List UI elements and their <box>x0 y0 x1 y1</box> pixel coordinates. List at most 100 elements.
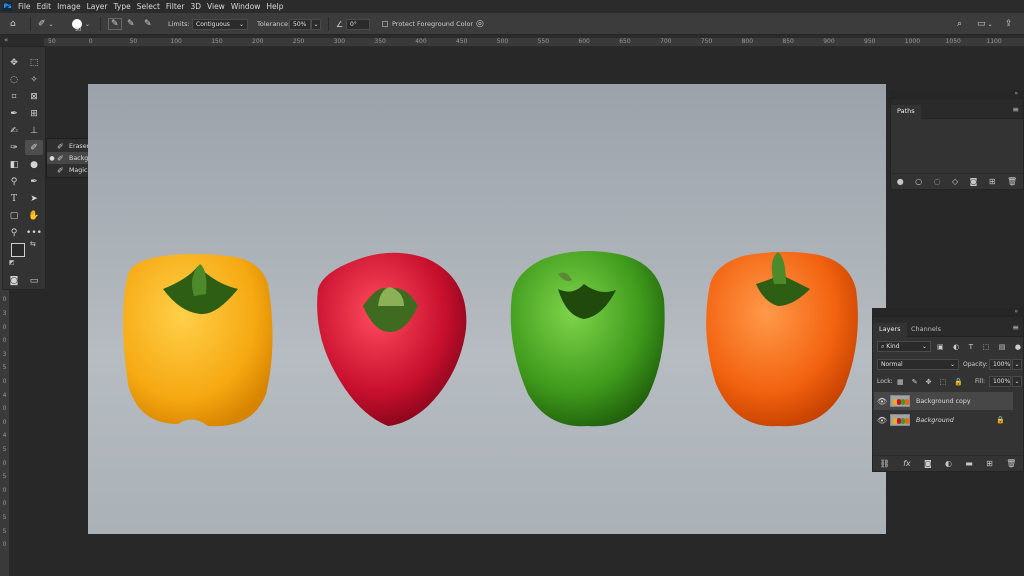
load-path-selection-icon[interactable]: ◌ <box>934 177 941 186</box>
lock-pixels-icon[interactable]: ✎ <box>912 378 918 386</box>
lock-all-icon[interactable]: 🔒 <box>954 378 963 386</box>
frame-tool[interactable]: ⊠ <box>25 89 43 104</box>
ruler-tick-label: 250 <box>292 38 305 45</box>
trash-icon[interactable]: 🗑 <box>1006 459 1016 468</box>
eraser-tool-group[interactable]: ✐ <box>25 140 43 155</box>
workspace-button[interactable]: ▭ ⌄ <box>977 13 993 35</box>
stroke-path-icon[interactable]: ○ <box>915 177 922 186</box>
sampling-continuous-button[interactable]: ✎ <box>108 13 122 35</box>
layer-row-background-copy[interactable]: 👁 Background copy <box>874 392 1013 410</box>
chevron-down-icon: ⌄ <box>921 343 927 350</box>
menu-help[interactable]: Help <box>266 2 283 11</box>
search-button[interactable]: ⌕ <box>957 13 962 35</box>
add-mask-icon[interactable]: ◙ <box>970 177 978 186</box>
screen-mode-button[interactable]: ▭ <box>25 273 43 288</box>
shape-filter-icon[interactable]: ⬚ <box>983 343 990 351</box>
trash-icon[interactable]: 🗑 <box>1007 177 1017 186</box>
fill-path-icon[interactable]: ● <box>897 177 904 186</box>
layer-row-background[interactable]: 👁 Background 🔒 <box>874 411 1013 429</box>
chevron-down-icon: ⌄ <box>85 20 91 28</box>
type-filter-icon[interactable]: T <box>969 343 973 351</box>
zoom-tool[interactable]: ⚲ <box>5 225 23 240</box>
pixel-filter-icon[interactable]: ▣ <box>937 343 944 351</box>
menu-type[interactable]: Type <box>114 2 131 11</box>
filter-kind-select[interactable]: ⌕ Kind ⌄ <box>877 341 931 352</box>
marquee-tool[interactable]: ⬚ <box>25 55 43 70</box>
panel-menu-icon[interactable]: ≡ <box>1012 105 1019 114</box>
fill-slider-button[interactable]: ⌄ <box>1012 376 1022 387</box>
limits-select[interactable]: Contiguous ⌄ <box>192 18 248 30</box>
protect-foreground-checkbox[interactable]: Protect Foreground Color <box>382 13 473 35</box>
opacity-slider-button[interactable]: ⌄ <box>1012 359 1022 370</box>
gradient-tool[interactable]: ◧ <box>5 157 23 172</box>
move-tool[interactable]: ✥ <box>5 55 23 70</box>
panel-menu-icon[interactable]: ≡ <box>1012 323 1019 332</box>
collapse-panel-icon[interactable]: » <box>1014 90 1018 97</box>
menu-filter[interactable]: Filter <box>166 2 185 11</box>
menu-edit[interactable]: Edit <box>37 2 52 11</box>
edit-toolbar-button[interactable]: ••• <box>25 225 43 240</box>
angle-input[interactable]: 0° <box>346 18 370 30</box>
collapse-toolbar-icon[interactable]: « <box>4 36 8 44</box>
lasso-tool[interactable]: ◌ <box>5 72 23 87</box>
rectangle-tool[interactable]: ▢ <box>5 208 23 223</box>
menu-image[interactable]: Image <box>57 2 81 11</box>
eye-icon[interactable]: 👁 <box>874 397 890 406</box>
tolerance-slider-button[interactable]: ⌄ <box>311 18 321 30</box>
clone-stamp-tool[interactable]: ⊥ <box>25 123 43 138</box>
history-brush-tool[interactable]: ✑ <box>5 140 23 155</box>
healing-brush-tool[interactable]: ⊞ <box>25 106 43 121</box>
menu-window[interactable]: Window <box>231 2 261 11</box>
lock-artboard-icon[interactable]: ⬚ <box>940 378 947 386</box>
menu-file[interactable]: File <box>18 2 31 11</box>
tab-layers[interactable]: Layers <box>873 323 907 337</box>
pressure-size-button[interactable]: ◎ <box>476 13 484 35</box>
tab-channels[interactable]: Channels <box>905 323 947 337</box>
smart-object-filter-icon[interactable]: ▤ <box>999 343 1006 351</box>
share-button[interactable]: ⇪ <box>1005 13 1013 35</box>
opacity-input[interactable]: 100% <box>989 359 1011 370</box>
menu-3d[interactable]: 3D <box>190 2 201 11</box>
hand-tool[interactable]: ✋ <box>25 208 43 223</box>
new-path-icon[interactable]: ⊞ <box>989 177 996 186</box>
new-layer-icon[interactable]: ⊞ <box>986 459 993 468</box>
paths-panel: Paths ≡ ● ○ ◌ ◇ ◙ ⊞ 🗑 <box>890 98 1024 190</box>
lock-transparent-icon[interactable]: ▦ <box>897 378 904 386</box>
sampling-background-swatch-button[interactable]: ✎ <box>144 13 152 35</box>
brush-tool[interactable]: ✍ <box>5 123 23 138</box>
tab-paths[interactable]: Paths <box>891 105 921 119</box>
eye-icon[interactable]: 👁 <box>874 416 890 425</box>
dodge-tool[interactable]: ⚲ <box>5 174 23 189</box>
default-colors-icon[interactable]: ◩ <box>9 259 15 266</box>
make-work-path-icon[interactable]: ◇ <box>952 177 958 186</box>
adjustment-layer-icon[interactable]: ◐ <box>945 459 952 468</box>
blend-mode-select[interactable]: Normal ⌄ <box>877 359 959 370</box>
collapse-panel-icon[interactable]: » <box>1014 308 1018 315</box>
swap-colors-icon[interactable]: ⇆ <box>30 240 36 248</box>
link-layers-icon[interactable]: ⛓ <box>880 459 890 468</box>
path-selection-tool[interactable]: ➤ <box>25 191 43 206</box>
adjustment-filter-icon[interactable]: ◐ <box>953 343 959 351</box>
magic-wand-tool[interactable]: ✧ <box>25 72 43 87</box>
menu-select[interactable]: Select <box>137 2 160 11</box>
tolerance-input[interactable]: 50% <box>289 18 311 30</box>
pen-tool[interactable]: ✒ <box>25 174 43 189</box>
eyedropper-tool[interactable]: ✒ <box>5 106 23 121</box>
foreground-color-swatch[interactable] <box>11 243 25 257</box>
filter-toggle-icon[interactable]: ● <box>1015 343 1021 351</box>
layer-style-fx-icon[interactable]: fx <box>903 459 911 468</box>
new-group-icon[interactable]: ▬ <box>965 459 973 468</box>
quick-mask-button[interactable]: ◙ <box>5 273 23 288</box>
document-canvas[interactable] <box>88 84 886 534</box>
crop-tool[interactable]: ⌗ <box>5 89 23 104</box>
blur-tool[interactable]: ● <box>25 157 43 172</box>
menu-layer[interactable]: Layer <box>87 2 108 11</box>
tool-preset-picker[interactable]: ✐ ⌄ <box>38 13 54 35</box>
lock-position-icon[interactable]: ✥ <box>926 378 932 386</box>
fill-input[interactable]: 100% <box>989 376 1011 387</box>
home-button[interactable]: ⌂ <box>10 13 16 35</box>
type-tool[interactable]: T <box>5 191 23 206</box>
add-mask-icon[interactable]: ◙ <box>924 459 932 468</box>
menu-view[interactable]: View <box>207 2 225 11</box>
sampling-once-button[interactable]: ✎ <box>127 13 135 35</box>
